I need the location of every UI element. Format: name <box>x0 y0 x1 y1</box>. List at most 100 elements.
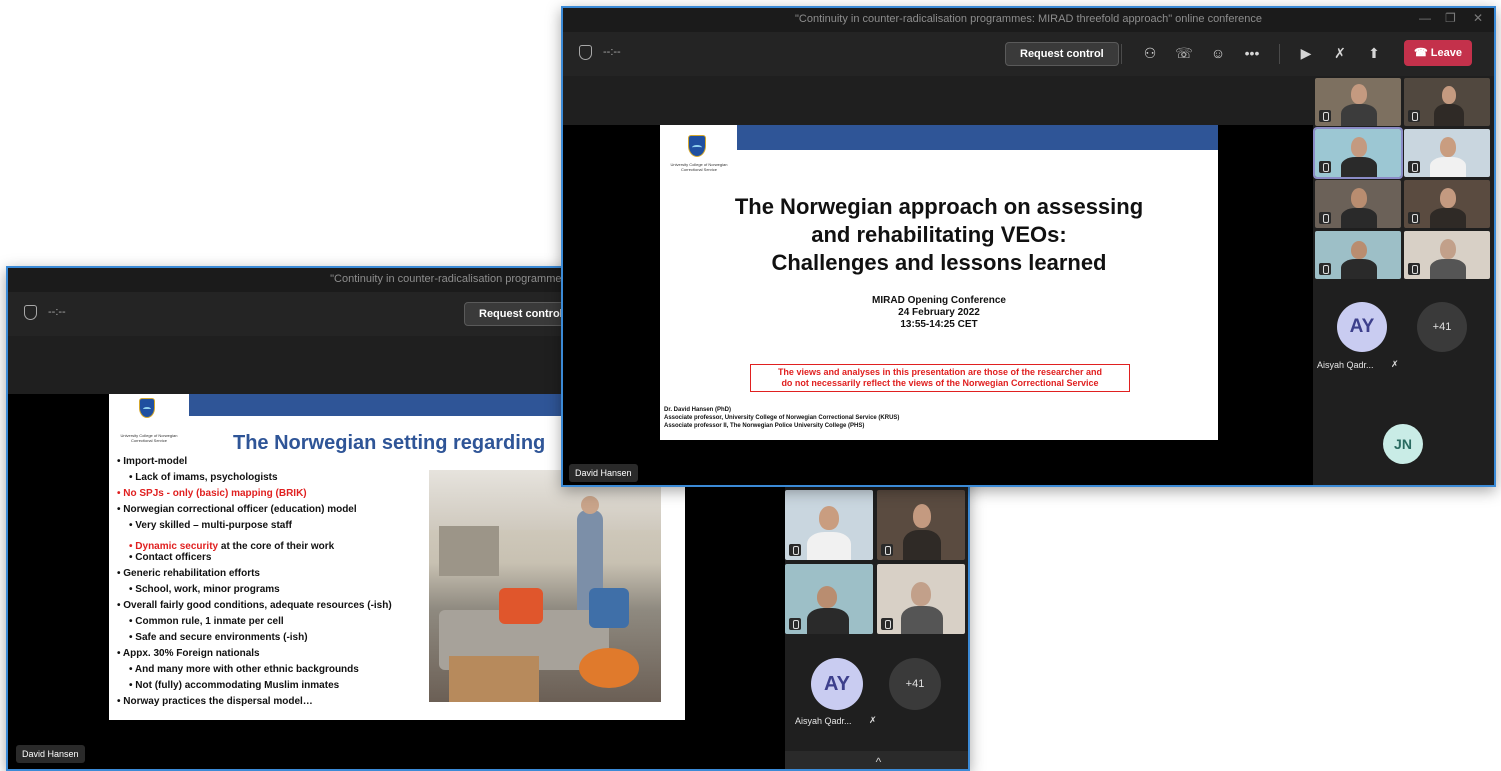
event-time: 13:55-14:25 CET <box>900 319 978 330</box>
mic-off-icon <box>1319 161 1331 173</box>
mic-off-icon <box>1408 161 1420 173</box>
avatar[interactable]: JN <box>1383 424 1423 464</box>
event-info: MIRAD Opening Conference 24 February 202… <box>660 295 1218 331</box>
phone-hangup-icon: ☎ <box>1414 47 1431 59</box>
event-name: MIRAD Opening Conference <box>872 295 1006 306</box>
reactions-icon[interactable]: ☺ <box>1207 42 1229 64</box>
shield-icon <box>24 305 37 320</box>
minimize-icon[interactable]: — <box>1419 8 1431 30</box>
request-control-button[interactable]: Request control <box>1005 42 1119 66</box>
divider <box>1121 44 1122 64</box>
bullet: • Generic rehabilitation efforts <box>117 568 260 579</box>
author-info: Dr. David Hansen (PhD) Associate profess… <box>664 406 899 430</box>
bullet-text: at the core of their work <box>218 541 335 552</box>
mic-off-icon: ✗ <box>869 715 877 725</box>
bullet: • Safe and secure environments (-ish) <box>129 632 308 643</box>
front-teams-window: "Continuity in counter-radicalisation pr… <box>561 6 1496 487</box>
video-tile <box>1404 129 1490 177</box>
mic-off-icon <box>1319 263 1331 275</box>
title-line: The Norwegian approach on assessing <box>734 194 1144 219</box>
video-tile <box>1315 231 1401 279</box>
video-tile <box>877 564 965 634</box>
close-icon[interactable]: ✕ <box>1473 8 1483 30</box>
video-tile <box>1404 231 1490 279</box>
bullet: • Lack of imams, psychologists <box>129 472 278 483</box>
mic-off-icon <box>789 618 801 630</box>
bullet: • Not (fully) accommodating Muslim inmat… <box>129 680 340 691</box>
bullet: • And many more with other ethnic backgr… <box>129 664 359 675</box>
bullet: • Very skilled – multi-purpose staff <box>129 520 292 531</box>
mic-off-icon <box>789 544 801 556</box>
slide-title: The Norwegian setting regarding <box>233 432 546 454</box>
presenter-name-badge: David Hansen <box>16 745 85 763</box>
avatar[interactable]: AY <box>811 658 863 710</box>
video-tile-active <box>1313 127 1403 179</box>
college-name: University College of Norwegian Correcti… <box>120 433 178 443</box>
video-tile <box>1404 180 1490 228</box>
mic-off-icon <box>1408 263 1420 275</box>
share-screen-icon[interactable]: ⬆ <box>1363 42 1385 64</box>
mic-off-icon <box>881 618 893 630</box>
video-tile <box>877 490 965 560</box>
bullet: • Overall fairly good conditions, adequa… <box>117 600 392 611</box>
author-affiliation: Associate professor II, The Norwegian Po… <box>664 423 865 429</box>
leave-button[interactable]: ☎ Leave <box>1404 40 1472 66</box>
video-tile <box>1315 180 1401 228</box>
window-title: "Continuity in counter-radicalisation pr… <box>795 13 1262 25</box>
front-toolbar: --:-- Request control ⚇ ☏ ☺ ••• ▶ ✗ ⬆ ☎ … <box>563 32 1494 76</box>
author-name: Dr. David Hansen (PhD) <box>664 407 732 413</box>
more-participants-button[interactable]: +41 <box>889 658 941 710</box>
more-options-icon[interactable]: ••• <box>1241 42 1263 64</box>
author-affiliation: Associate professor, University College … <box>664 415 900 421</box>
video-tile <box>785 490 873 560</box>
mic-off-icon[interactable]: ✗ <box>1329 42 1351 64</box>
camera-off-icon[interactable]: ▶ <box>1295 42 1317 64</box>
avatar[interactable]: AY <box>1337 302 1387 352</box>
shared-screen: University College of Norwegian Correcti… <box>563 125 1313 485</box>
video-tile <box>1315 78 1401 126</box>
disclaimer-line: The views and analyses in this presentat… <box>777 367 1103 377</box>
college-crest-icon <box>688 135 706 157</box>
bullet: • Contact officers <box>129 552 212 563</box>
title-slide: University College of Norwegian Correcti… <box>660 125 1218 440</box>
shield-icon <box>579 45 592 60</box>
slide-title: The Norwegian approach on assessing and … <box>660 193 1218 277</box>
mic-off-icon <box>1408 110 1420 122</box>
bullet: • Common rule, 1 inmate per cell <box>129 616 284 627</box>
disclaimer-box: The views and analyses in this presentat… <box>750 364 1130 392</box>
bullet: • No SPJs - only (basic) mapping (BRIK) <box>117 488 307 499</box>
college-name: University College of Norwegian Correcti… <box>670 162 728 172</box>
front-title-bar: "Continuity in counter-radicalisation pr… <box>563 8 1494 32</box>
meeting-timer: --:-- <box>48 306 66 318</box>
prison-photo <box>429 470 661 702</box>
mic-off-icon <box>1408 212 1420 224</box>
chat-icon[interactable]: ☏ <box>1173 42 1195 64</box>
participant-name: Aisyah Qadr... <box>795 716 852 726</box>
more-participants-button[interactable]: +41 <box>1417 302 1467 352</box>
mic-off-icon <box>1319 212 1331 224</box>
maximize-icon[interactable]: ❐ <box>1445 8 1456 30</box>
meeting-timer: --:-- <box>603 46 621 58</box>
expand-chevron-icon[interactable]: ^ <box>785 751 968 769</box>
bullet-text-red: • Dynamic security <box>129 541 219 552</box>
leave-label: Leave <box>1430 47 1462 59</box>
mic-off-icon <box>1319 110 1331 122</box>
video-tile <box>1404 78 1490 126</box>
title-line: Challenges and lessons learned <box>771 250 1107 275</box>
event-date: 24 February 2022 <box>898 307 980 318</box>
title-line: and rehabilitating VEOs: <box>811 222 1067 247</box>
people-icon[interactable]: ⚇ <box>1139 42 1161 64</box>
mic-off-icon <box>881 544 893 556</box>
divider <box>1279 44 1280 64</box>
video-tile <box>785 564 873 634</box>
college-crest-icon <box>139 398 155 418</box>
bullet: • Import-model <box>117 456 188 467</box>
disclaimer-line: do not necessarily reflect the views of … <box>781 378 1099 388</box>
bullet: • Norwegian correctional officer (educat… <box>117 504 357 515</box>
slide-header-bar <box>737 125 1218 150</box>
presenter-name-badge: David Hansen <box>569 464 638 482</box>
participant-panel: AY +41 Aisyah Qadr... ✗ JN <box>1313 76 1494 485</box>
bullet: • Appx. 30% Foreign nationals <box>117 648 260 659</box>
participant-name: Aisyah Qadr... <box>1317 360 1374 370</box>
bullet: • School, work, minor programs <box>129 584 280 595</box>
